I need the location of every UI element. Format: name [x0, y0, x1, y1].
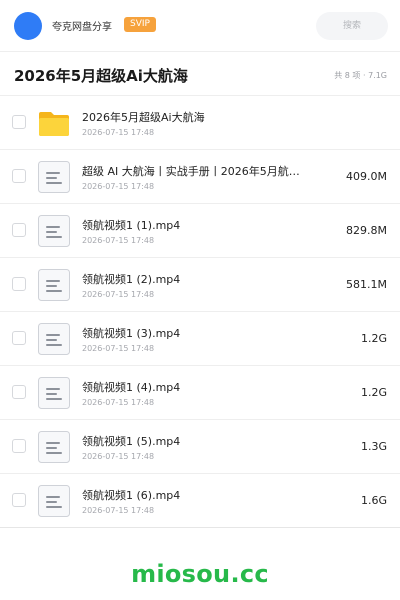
- row-checkbox[interactable]: [12, 385, 26, 399]
- file-date: 2026-07-15 17:48: [82, 452, 155, 461]
- file-size: 581.1M: [346, 278, 387, 291]
- row-checkbox[interactable]: [12, 331, 26, 345]
- file-name[interactable]: 领航视频1 (2).mp4: [82, 271, 310, 287]
- row-checkbox[interactable]: [12, 277, 26, 291]
- row-checkbox[interactable]: [12, 493, 26, 507]
- summary-separator: ·: [362, 71, 366, 80]
- file-size: 1.2G: [360, 386, 387, 399]
- page-title: 2026年5月超级Ai大航海: [14, 67, 188, 85]
- row-checkbox[interactable]: [12, 169, 26, 183]
- file-name[interactable]: 领航视频1 (6).mp4: [82, 487, 310, 503]
- file-row[interactable]: 领航视频1 (3).mp4 2026-07-15 17:48 1.2G: [0, 312, 400, 366]
- search-input[interactable]: 搜索: [316, 12, 388, 40]
- document-icon: [37, 268, 71, 302]
- file-name[interactable]: 领航视频1 (1).mp4: [82, 217, 310, 233]
- row-checkbox[interactable]: [12, 439, 26, 453]
- file-date: 2026-07-15 17:48: [82, 506, 155, 515]
- vip-badge: SVIP: [124, 17, 156, 32]
- file-name[interactable]: 领航视频1 (3).mp4: [82, 325, 310, 341]
- file-row[interactable]: 领航视频1 (4).mp4 2026-07-15 17:48 1.2G: [0, 366, 400, 420]
- file-size: 829.8M: [346, 224, 387, 237]
- folder-icon: [37, 106, 71, 140]
- file-list: 2026年5月超级Ai大航海 2026-07-15 17:48 超级 AI 大航海丨…: [0, 96, 400, 528]
- top-bar: 夸克网盘分享 SVIP 搜索: [0, 0, 400, 52]
- item-count: 共 8 项: [334, 71, 361, 80]
- app-name: 夸克网盘分享: [52, 22, 112, 33]
- file-size: 409.0M: [346, 170, 387, 183]
- avatar[interactable]: [14, 12, 42, 40]
- file-date: 2026-07-15 17:48: [82, 344, 155, 353]
- document-icon: [37, 376, 71, 410]
- file-name[interactable]: 超级 AI 大航海丨实战手册丨2026年5月航海.pdf: [82, 163, 310, 179]
- file-row[interactable]: 2026年5月超级Ai大航海 2026-07-15 17:48: [0, 96, 400, 150]
- watermark: miosou.cc: [131, 560, 269, 588]
- row-checkbox[interactable]: [12, 115, 26, 129]
- file-row[interactable]: 领航视频1 (5).mp4 2026-07-15 17:48 1.3G: [0, 420, 400, 474]
- document-icon: [37, 160, 71, 194]
- file-size: 1.2G: [360, 332, 387, 345]
- file-size: 1.6G: [360, 494, 387, 507]
- file-date: 2026-07-15 17:48: [82, 182, 155, 191]
- file-name[interactable]: 2026年5月超级Ai大航海: [82, 109, 310, 125]
- folder-header: 2026年5月超级Ai大航海 共 8 项 · 7.1G: [0, 52, 400, 96]
- document-icon: [37, 430, 71, 464]
- row-checkbox[interactable]: [12, 223, 26, 237]
- total-size: 7.1G: [368, 71, 387, 80]
- document-icon: [37, 214, 71, 248]
- file-name[interactable]: 领航视频1 (4).mp4: [82, 379, 310, 395]
- file-size: 1.3G: [360, 440, 387, 453]
- file-date: 2026-07-15 17:48: [82, 290, 155, 299]
- file-row[interactable]: 超级 AI 大航海丨实战手册丨2026年5月航海.pdf 2026-07-15 1…: [0, 150, 400, 204]
- document-icon: [37, 484, 71, 518]
- file-row[interactable]: 领航视频1 (2).mp4 2026-07-15 17:48 581.1M: [0, 258, 400, 312]
- file-date: 2026-07-15 17:48: [82, 398, 155, 407]
- file-row[interactable]: 领航视频1 (6).mp4 2026-07-15 17:48 1.6G: [0, 474, 400, 528]
- file-date: 2026-07-15 17:48: [82, 236, 155, 245]
- file-date: 2026-07-15 17:48: [82, 128, 155, 137]
- document-icon: [37, 322, 71, 356]
- file-row[interactable]: 领航视频1 (1).mp4 2026-07-15 17:48 829.8M: [0, 204, 400, 258]
- file-name[interactable]: 领航视频1 (5).mp4: [82, 433, 310, 449]
- folder-summary: 共 8 项 · 7.1G: [334, 70, 387, 81]
